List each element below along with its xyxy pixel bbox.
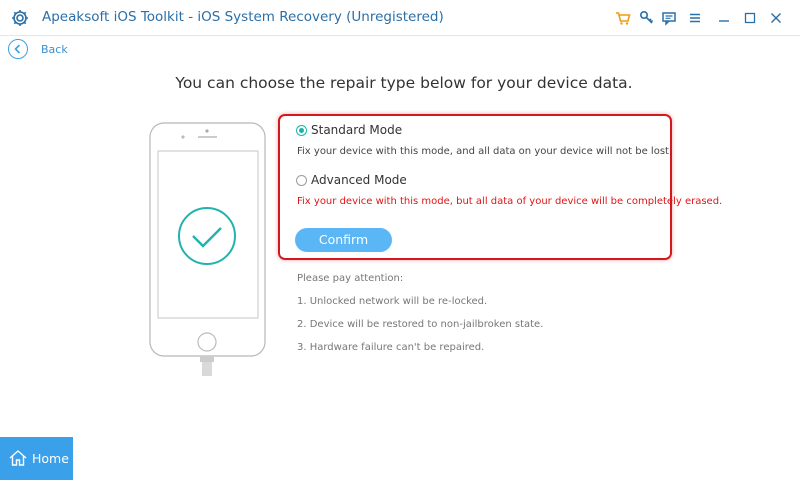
maximize-icon[interactable]	[741, 9, 759, 27]
page-title: You can choose the repair type below for…	[175, 74, 633, 92]
phone-illustration	[145, 115, 270, 385]
home-button[interactable]: Home	[0, 437, 73, 480]
confirm-button[interactable]: Confirm	[295, 228, 392, 252]
advanced-mode-radio[interactable]	[296, 175, 307, 186]
note-item: 1. Unlocked network will be re-locked.	[297, 296, 488, 307]
close-icon[interactable]	[767, 9, 785, 27]
back-label[interactable]: Back	[41, 43, 68, 56]
gear-icon	[10, 8, 30, 28]
window-title: Apeaksoft iOS Toolkit - iOS System Recov…	[42, 9, 444, 25]
back-button[interactable]	[8, 39, 28, 59]
standard-mode-radio[interactable]	[296, 125, 307, 136]
minimize-icon[interactable]	[715, 9, 733, 27]
note-item: 3. Hardware failure can't be repaired.	[297, 342, 485, 353]
cart-icon[interactable]	[614, 9, 632, 27]
chevron-left-icon	[14, 44, 21, 54]
menu-icon[interactable]	[686, 9, 704, 27]
key-icon[interactable]	[638, 9, 656, 27]
standard-mode-description: Fix your device with this mode, and all …	[297, 146, 673, 157]
home-icon	[9, 450, 27, 466]
attention-title: Please pay attention:	[297, 273, 404, 284]
advanced-mode-label[interactable]: Advanced Mode	[311, 173, 407, 187]
home-label[interactable]: Home	[32, 451, 69, 466]
note-item: 2. Device will be restored to non-jailbr…	[297, 319, 544, 330]
title-bar: Apeaksoft iOS Toolkit - iOS System Recov…	[0, 0, 800, 36]
feedback-icon[interactable]	[660, 9, 678, 27]
standard-mode-label[interactable]: Standard Mode	[311, 123, 402, 137]
advanced-mode-description: Fix your device with this mode, but all …	[297, 196, 723, 207]
